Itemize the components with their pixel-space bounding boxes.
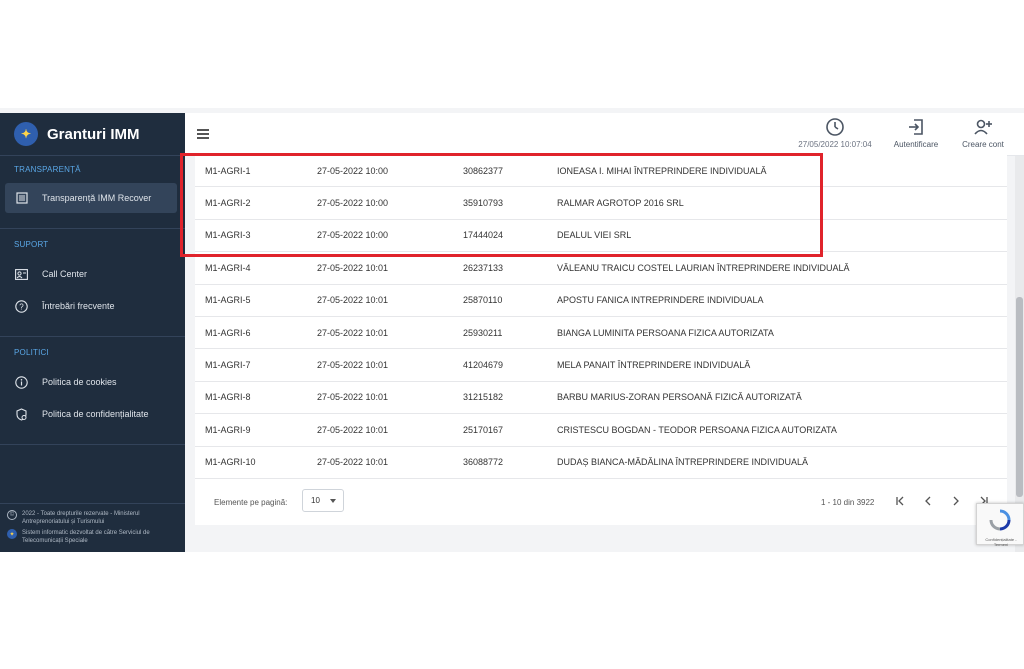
- signup-label: Creare cont: [962, 140, 1004, 149]
- cell-id: 25870110: [463, 295, 503, 306]
- cell-name: BARBU MARIUS-ZORAN PERSOANĂ FIZICĂ AUTOR…: [557, 392, 802, 403]
- divider: [0, 228, 185, 229]
- developer-row: ✦ Sistem informatic dezvoltat de către S…: [0, 529, 185, 545]
- page-size-select[interactable]: 10: [302, 488, 344, 512]
- cell-code: M1-AGRI-7: [205, 360, 251, 371]
- cell-name: VĂLEANU TRAICU COSTEL LAURIAN ÎNTREPRIND…: [557, 262, 850, 273]
- cell-code: M1-AGRI-8: [205, 392, 251, 403]
- table-row[interactable]: M1-AGRI-8 27-05-2022 10:01 31215182 BARBU M…: [195, 381, 1007, 415]
- privacy-icon: [15, 407, 28, 421]
- cell-date: 27-05-2022 10:01: [317, 327, 389, 338]
- copyright-text: 2022 - Toate drepturile rezervate - Mini…: [22, 511, 140, 525]
- add-user-icon: [974, 119, 992, 135]
- scrollbar-thumb[interactable]: [1016, 297, 1023, 497]
- list-icon: [15, 192, 28, 205]
- copyright-row: © 2022 - Toate drepturile rezervate - Mi…: [0, 510, 185, 526]
- cell-date: 27-05-2022 10:01: [317, 424, 389, 435]
- cell-date: 27-05-2022 10:01: [317, 360, 389, 371]
- cell-name: APOSTU FANICA INTREPRINDERE INDIVIDUALA: [557, 295, 764, 306]
- cell-id: 41204679: [463, 360, 504, 371]
- login-label: Autentificare: [893, 140, 939, 149]
- table-row[interactable]: M1-AGRI-7 27-05-2022 10:01 41204679 MELA PA…: [195, 349, 1007, 382]
- sidebar-item-label: Întrebări frecvente: [42, 301, 115, 311]
- clock-widget: 27/05/2022 10:07:04: [791, 117, 879, 149]
- cell-id: 31215182: [463, 392, 504, 403]
- table-row[interactable]: M1-AGRI-4 27-05-2022 10:01 26237133 VĂLEANU…: [195, 252, 1007, 285]
- coat-of-arms-logo: ✦: [14, 122, 38, 146]
- cell-code: M1-AGRI-5: [205, 295, 251, 306]
- top-header: 27/05/2022 10:07:04 Autentificare Creare…: [185, 113, 1024, 156]
- cell-date: 27-05-2022 10:01: [317, 262, 389, 273]
- svg-text:?: ?: [19, 302, 24, 311]
- sidebar-item-transparenta-imm-recover[interactable]: Transparență IMM Recover: [5, 183, 177, 213]
- prev-page-button[interactable]: [919, 492, 937, 510]
- developer-text: Sistem informatic dezvoltat de către Ser…: [22, 530, 150, 544]
- info-icon: [15, 375, 28, 389]
- first-page-icon: [896, 496, 904, 506]
- chevron-down-icon: [330, 498, 336, 503]
- paginator: Elemente pe pagină: 10 1 - 10 din 3922: [195, 478, 1007, 525]
- section-label-suport: SUPORT: [14, 240, 49, 249]
- cell-code: M1-AGRI-6: [205, 327, 251, 338]
- section-label-politici: POLITICI: [14, 348, 49, 357]
- table-row[interactable]: M1-AGRI-6 27-05-2022 10:01 25930211 BIANGA …: [195, 316, 1007, 350]
- sidebar-item-politica-cookies[interactable]: Politica de cookies: [5, 367, 177, 397]
- cell-name: BIANGA LUMINITA PERSOANA FIZICA AUTORIZA…: [557, 327, 774, 338]
- first-page-button[interactable]: [892, 492, 910, 510]
- sidebar-footer: © 2022 - Toate drepturile rezervate - Mi…: [0, 503, 185, 552]
- cell-name: CRISTESCU BOGDAN - TEODOR PERSOANA FIZIC…: [557, 424, 837, 435]
- cell-name: MELA PANAIT ÎNTREPRINDERE INDIVIDUALĂ: [557, 360, 751, 371]
- cell-date: 27-05-2022 10:01: [317, 392, 389, 403]
- clock-icon: [826, 118, 844, 136]
- sidebar-item-call-center[interactable]: Call Center: [5, 259, 177, 289]
- recaptcha-badge[interactable]: Confidențialitate - Termeni: [976, 503, 1024, 547]
- brand[interactable]: ✦ Granturi IMM: [0, 113, 185, 156]
- cell-date: 27-05-2022 10:01: [317, 457, 389, 468]
- help-circle-icon: ?: [15, 299, 28, 313]
- cell-id: 26237133: [463, 262, 504, 273]
- cell-code: M1-AGRI-9: [205, 424, 251, 435]
- sidebar-item-label: Transparență IMM Recover: [42, 193, 152, 203]
- sts-logo-icon: ✦: [7, 529, 17, 539]
- next-page-button[interactable]: [947, 492, 965, 510]
- sidebar-item-politica-confidentialitate[interactable]: Politica de confidențialitate: [5, 399, 177, 429]
- brand-title: Granturi IMM: [47, 125, 140, 143]
- highlight-box: [180, 153, 823, 257]
- chevron-left-icon: [925, 496, 931, 506]
- table-row[interactable]: M1-AGRI-9 27-05-2022 10:01 25170167 CRISTES…: [195, 414, 1007, 447]
- sidebar: ✦ Granturi IMM TRANSPARENȚĂ Transparență…: [0, 113, 185, 552]
- cell-code: M1-AGRI-4: [205, 262, 251, 273]
- table-row[interactable]: M1-AGRI-10 27-05-2022 10:01 36088772 DUDAȘ …: [195, 446, 1007, 479]
- contact-card-icon: [15, 268, 28, 281]
- chevron-right-icon: [953, 496, 959, 506]
- section-label-transparenta: TRANSPARENȚĂ: [14, 165, 81, 174]
- recaptcha-icon: [989, 509, 1011, 531]
- divider: [0, 336, 185, 337]
- sidebar-item-label: Call Center: [42, 269, 88, 279]
- recaptcha-text: Confidențialitate - Termeni: [985, 537, 1017, 547]
- sidebar-item-intrebari-frecvente[interactable]: ? Întrebări frecvente: [5, 291, 177, 321]
- copyright-icon: ©: [7, 510, 17, 520]
- cell-name: DUDAȘ BIANCA-MĂDĂLINA ÎNTREPRINDERE INDI…: [557, 457, 809, 468]
- login-button[interactable]: Autentificare: [885, 117, 947, 149]
- page-range: 1 - 10 din 3922: [821, 497, 875, 507]
- divider: [0, 444, 185, 445]
- page-size-label: Elemente pe pagină:: [214, 497, 288, 507]
- login-icon: [909, 119, 923, 135]
- cell-code: M1-AGRI-10: [205, 457, 256, 468]
- cell-date: 27-05-2022 10:01: [317, 295, 389, 306]
- menu-icon[interactable]: [197, 129, 209, 139]
- table-row[interactable]: M1-AGRI-5 27-05-2022 10:01 25870110 APOSTU …: [195, 284, 1007, 317]
- signup-button[interactable]: Creare cont: [951, 117, 1015, 149]
- current-datetime: 27/05/2022 10:07:04: [798, 140, 872, 149]
- cell-id: 25170167: [463, 424, 504, 435]
- cell-id: 25930211: [463, 327, 503, 338]
- sidebar-item-label: Politica de confidențialitate: [42, 409, 149, 419]
- sidebar-item-label: Politica de cookies: [42, 377, 117, 387]
- page-size-value: 10: [311, 495, 320, 505]
- cell-id: 36088772: [463, 457, 504, 468]
